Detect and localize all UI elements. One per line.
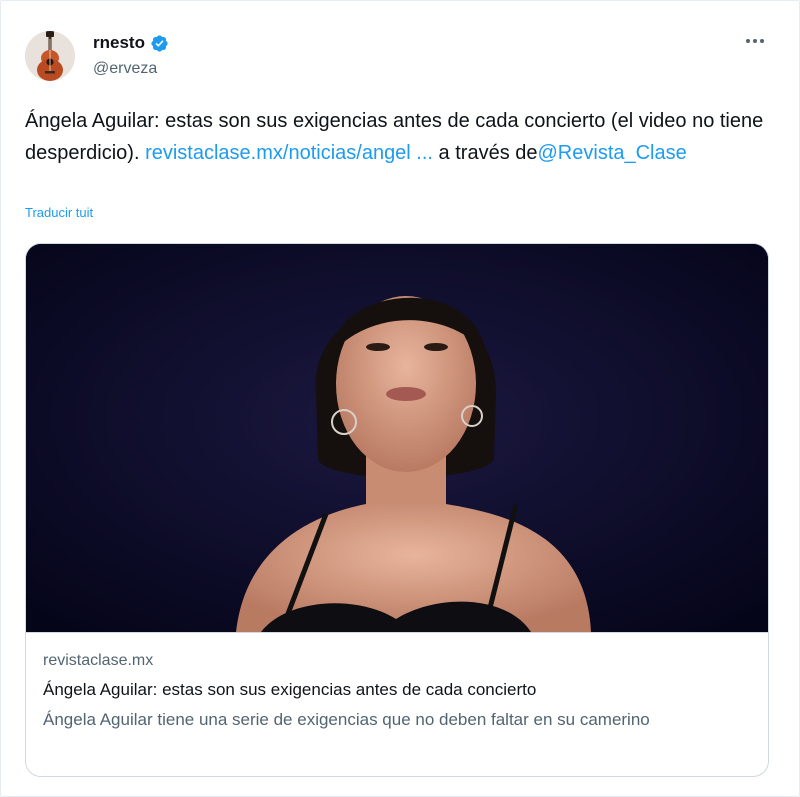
mention-link[interactable]: @Revista_Clase	[538, 142, 687, 164]
author-handle[interactable]: @erveza	[93, 59, 157, 79]
more-options-button[interactable]	[737, 27, 773, 55]
tweet-link[interactable]: revistaclase.mx/noticias/angel ...	[145, 142, 433, 164]
more-dot-icon	[746, 39, 750, 43]
tweet-text: Ángela Aguilar: estas son sus exigencias…	[25, 105, 765, 169]
translate-tweet-link[interactable]: Traducir tuit	[25, 205, 93, 220]
tweet-container: rnesto @erveza Ángela Aguilar: estas son…	[0, 0, 800, 797]
link-preview-card[interactable]: revistaclase.mx Ángela Aguilar: estas so…	[25, 243, 769, 777]
more-dot-icon	[753, 39, 757, 43]
more-dot-icon	[760, 39, 764, 43]
verified-badge-icon	[150, 34, 169, 53]
card-photo	[26, 244, 768, 632]
author-name-row: rnesto	[93, 33, 169, 53]
tweet-text-via: a través de	[438, 142, 538, 164]
card-domain: revistaclase.mx	[43, 652, 154, 669]
card-title: Ángela Aguilar: estas son sus exigencias…	[43, 680, 537, 699]
card-divider	[26, 632, 768, 633]
author-name[interactable]: rnesto	[93, 33, 145, 53]
guitar-avatar-icon	[25, 31, 75, 81]
avatar[interactable]	[25, 31, 75, 81]
card-image[interactable]	[26, 244, 768, 632]
card-description: Ángela Aguilar tiene una serie de exigen…	[43, 710, 650, 729]
